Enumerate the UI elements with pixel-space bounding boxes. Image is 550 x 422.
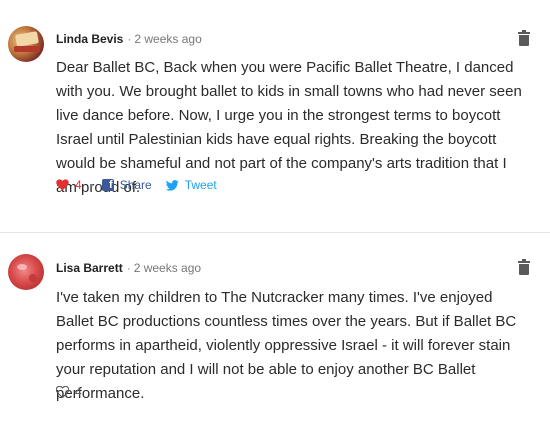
heart-icon[interactable] [56, 179, 69, 191]
timestamp: 2 weeks ago [134, 32, 202, 46]
author-name[interactable]: Lisa Barrett [56, 261, 123, 275]
comment-divider [0, 232, 550, 233]
avatar[interactable] [8, 254, 44, 290]
tweet-button[interactable]: Tweet [185, 177, 217, 193]
comment-text: I've taken my children to The Nutcracker… [56, 289, 517, 402]
action-separator: · [89, 178, 94, 192]
timestamp: 2 weeks ago [133, 261, 202, 275]
like-count: 4 [75, 178, 82, 192]
delete-icon[interactable] [518, 30, 530, 46]
comment-meta: Lisa Barrett · 2 weeks ago [56, 260, 201, 276]
heart-icon[interactable] [56, 386, 69, 398]
meta-separator: · [126, 261, 131, 275]
comment-meta: Linda Bevis · 2 weeks ago [56, 31, 202, 47]
comment: Linda Bevis · 2 weeks ago Dear Ballet BC, … [0, 0, 550, 232]
share-button[interactable]: Share [120, 177, 152, 193]
comment-actions: 4 [56, 384, 82, 400]
twitter-icon[interactable] [165, 179, 179, 191]
author-name[interactable]: Linda Bevis [56, 32, 123, 46]
meta-separator: · [127, 32, 132, 46]
comment-actions: 4 · f Share Tweet [56, 177, 217, 193]
delete-icon[interactable] [518, 259, 530, 275]
avatar[interactable] [8, 26, 44, 62]
like-count: 4 [75, 385, 82, 399]
facebook-icon[interactable]: f [101, 179, 114, 191]
